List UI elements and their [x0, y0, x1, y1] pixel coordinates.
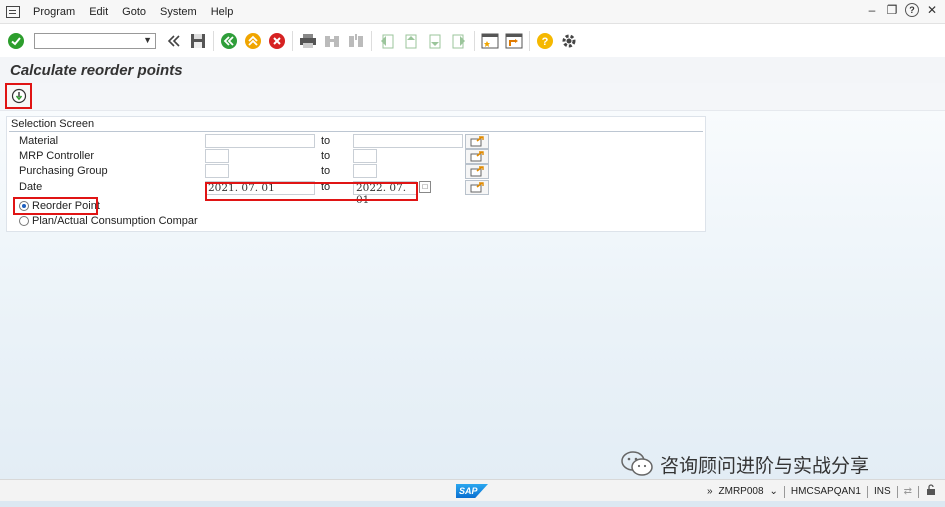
to-label: to — [321, 150, 331, 162]
minimize-icon[interactable]: – — [865, 3, 879, 17]
selection-screen: Selection Screen Material to MRP Control… — [6, 116, 706, 232]
toolbar-separator — [371, 31, 372, 51]
help-icon[interactable]: ? — [535, 31, 555, 51]
calendar-icon[interactable]: □ — [419, 181, 431, 193]
close-icon[interactable]: ✕ — [925, 3, 939, 17]
enter-icon[interactable] — [6, 31, 26, 51]
status-separator — [866, 485, 868, 498]
menu-bar: Program Edit Goto System Help – ❐ ? ✕ — [0, 0, 945, 24]
multiple-selection-icon — [470, 182, 484, 193]
back-icon[interactable] — [219, 31, 239, 51]
purchasing-group-label: Purchasing Group — [19, 165, 108, 177]
mrp-controller-row: MRP Controller to — [7, 149, 707, 164]
status-info: » ZMRP008 ⌄ HMCSAPQAN1 INS ⇄ — [707, 484, 937, 499]
previous-page-icon[interactable] — [401, 31, 421, 51]
material-label: Material — [19, 135, 59, 147]
chevron-down-icon[interactable]: ⌄ — [770, 486, 778, 497]
back-double-icon[interactable] — [164, 31, 184, 51]
date-highlight-box — [205, 182, 418, 201]
first-page-icon[interactable] — [377, 31, 397, 51]
watermark: 咨询顾问进阶与实战分享 — [620, 449, 869, 479]
server-name: HMCSAPQAN1 — [790, 486, 861, 497]
material-to-input[interactable] — [353, 134, 463, 148]
transfer-icon[interactable]: ⇄ — [904, 486, 912, 497]
multiple-selection-icon — [470, 166, 484, 177]
expand-status-icon[interactable]: » — [707, 486, 713, 497]
menu-program[interactable]: Program — [26, 6, 82, 18]
status-separator — [896, 485, 898, 498]
insert-mode: INS — [873, 486, 891, 497]
status-separator — [783, 485, 785, 498]
find-next-icon[interactable] — [346, 31, 366, 51]
selection-title: Selection Screen — [11, 118, 95, 130]
sap-logo: SAP — [456, 484, 488, 498]
main-area: Selection Screen Material to MRP Control… — [0, 111, 945, 479]
mrp-controller-from-input[interactable] — [205, 149, 229, 163]
menu-edit[interactable]: Edit — [82, 6, 115, 18]
mrp-controller-label: MRP Controller — [19, 150, 94, 162]
help-window-icon[interactable]: ? — [905, 3, 919, 17]
status-bar: SAP » ZMRP008 ⌄ HMCSAPQAN1 INS ⇄ — [0, 479, 945, 501]
exit-icon[interactable] — [243, 31, 263, 51]
multiple-selection-button[interactable] — [465, 149, 489, 164]
plan-actual-label: Plan/Actual Consumption Compar — [32, 214, 198, 227]
last-page-icon[interactable] — [449, 31, 469, 51]
to-label: to — [321, 165, 331, 177]
toolbar-separator — [529, 31, 530, 51]
purchasing-group-to-input[interactable] — [353, 164, 377, 178]
to-label: to — [321, 135, 331, 147]
next-page-icon[interactable] — [425, 31, 445, 51]
title-bar: Calculate reorder points — [0, 57, 945, 83]
toolbar-separator — [292, 31, 293, 51]
page-title: Calculate reorder points — [10, 61, 183, 79]
purchasing-group-row: Purchasing Group to — [7, 164, 707, 179]
cancel-icon[interactable] — [267, 31, 287, 51]
toolbar-separator — [213, 31, 214, 51]
svg-text:?: ? — [542, 36, 549, 48]
plan-actual-radio[interactable] — [19, 215, 29, 226]
execute-icon — [11, 88, 26, 104]
create-session-icon[interactable] — [480, 31, 500, 51]
system-menu-icon[interactable] — [6, 5, 20, 18]
menu-system[interactable]: System — [153, 6, 204, 18]
plan-actual-option[interactable]: Plan/Actual Consumption Compar — [19, 213, 198, 228]
transaction-code: ZMRP008 — [718, 486, 764, 497]
chevron-down-icon[interactable]: ▼ — [143, 35, 152, 45]
multiple-selection-button[interactable] — [465, 180, 489, 195]
multiple-selection-icon — [470, 136, 484, 147]
mrp-controller-to-input[interactable] — [353, 149, 377, 163]
menu-help[interactable]: Help — [204, 6, 241, 18]
system-toolbar: ▼ ? — [0, 25, 945, 57]
settings-icon[interactable] — [559, 31, 579, 51]
save-icon[interactable] — [188, 31, 208, 51]
application-toolbar — [0, 83, 945, 111]
material-from-input[interactable] — [205, 134, 315, 148]
multiple-selection-button[interactable] — [465, 164, 489, 179]
multiple-selection-button[interactable] — [465, 134, 489, 149]
status-separator — [918, 485, 919, 498]
restore-icon[interactable]: ❐ — [885, 3, 899, 17]
shortcut-icon[interactable] — [504, 31, 524, 51]
watermark-text: 咨询顾问进阶与实战分享 — [660, 454, 870, 477]
purchasing-group-from-input[interactable] — [205, 164, 229, 178]
date-label: Date — [19, 181, 43, 193]
toolbar-separator — [474, 31, 475, 51]
command-field[interactable]: ▼ — [34, 33, 156, 49]
lock-icon[interactable] — [925, 484, 937, 499]
menu-goto[interactable]: Goto — [115, 6, 153, 18]
selection-title-divider — [9, 131, 703, 132]
find-icon[interactable] — [322, 31, 342, 51]
print-icon[interactable] — [298, 31, 318, 51]
bottom-strip — [0, 501, 945, 507]
execute-button[interactable] — [5, 83, 32, 109]
multiple-selection-icon — [470, 151, 484, 162]
material-row: Material to — [7, 134, 707, 149]
wechat-logo-icon — [621, 451, 653, 476]
window-controls: – ❐ ? ✕ — [865, 3, 939, 17]
